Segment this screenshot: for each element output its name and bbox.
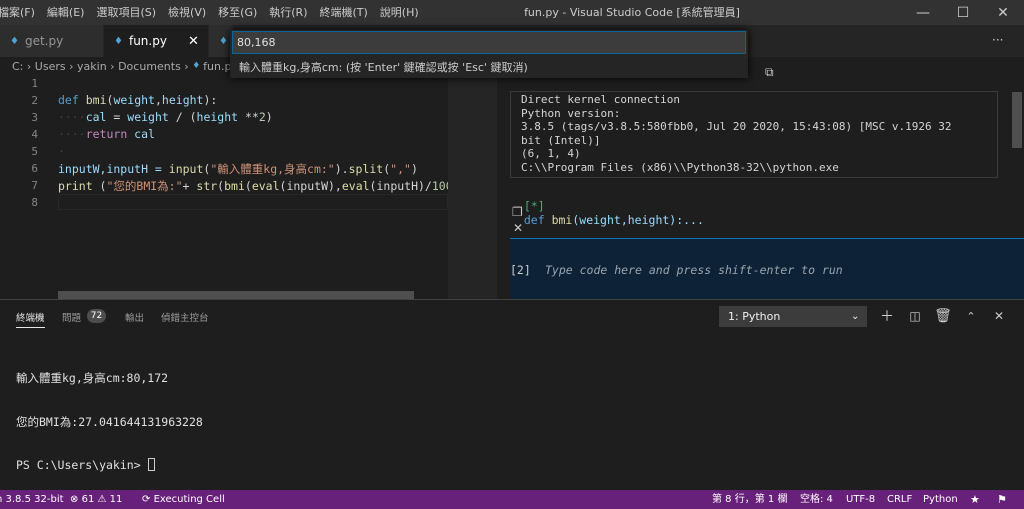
python-interpreter[interactable]: n 3.8.5 32-bit [0,490,64,509]
delete-cell-icon[interactable]: ✕ [513,221,523,235]
chevron-down-icon: ⌄ [851,311,860,322]
python-file-icon: ♦ [114,35,123,47]
line-number: 8 [31,196,38,209]
python-file-icon: ♦ [10,35,19,47]
code-input-cell[interactable]: [2] Type code here and press shift-enter… [510,238,1024,299]
chevron-right-icon: › [180,59,193,73]
tab-terminal[interactable]: 終端機 [16,310,45,328]
terminal-cursor [147,458,155,471]
python-file-icon: ♦ [192,61,204,71]
breadcrumb-documents[interactable]: Documents [118,60,181,73]
line-number: 6 [31,162,38,175]
cell-label: [*] [523,199,545,213]
close-panel-icon[interactable]: ✕ [988,305,1010,327]
close-window-icon[interactable]: ✕ [983,0,1023,25]
language-mode[interactable]: Python [923,490,958,509]
code-line: · [58,144,65,158]
quick-input-widget: 80,168 輸入體重kg,身高cm: (按 'Enter' 鍵確認或按 'Es… [230,30,748,78]
tab-problems[interactable]: 問題 [62,310,81,324]
breadcrumb-file[interactable]: fun.p [203,60,231,73]
indentation[interactable]: 空格: 4 [800,490,833,509]
problems-indicator[interactable]: ⊗ 61 ⚠ 11 [70,490,122,509]
error-icon: ⊗ [70,494,79,505]
code-line: print ("您的BMI為:"+ str(bmi(eval(inputW),e… [58,179,453,193]
chevron-up-icon[interactable]: ⌃ [960,305,982,327]
code-line: ····return cal [58,127,155,141]
breadcrumb: C: › Users › yakin › Documents › ♦ fun.p [0,57,231,75]
python-file-icon: ♦ [219,35,228,47]
sync-icon: ⟳ [142,494,151,505]
horizontal-scrollbar[interactable] [58,291,414,299]
terminal-prompt-line: PS C:\Users\yakin> [16,458,203,473]
maximize-icon[interactable]: ☐ [943,0,983,25]
terminal-line: 您的BMI為:27.041644131963228 [16,414,203,429]
cursor-position[interactable]: 第 8 行，第 1 欄 [712,490,787,509]
status-bar: n 3.8.5 32-bit ⊗ 61 ⚠ 11 ⟳ Executing Cel… [0,490,1024,509]
terminal-output[interactable]: 輸入體重kg,身高cm:80,172 您的BMI為:27.04164413196… [16,342,203,487]
executing-status[interactable]: ⟳ Executing Cell [142,490,225,509]
line-number: 3 [31,111,38,124]
tab-debug-console[interactable]: 偵錯主控台 [161,310,209,324]
tab-output[interactable]: 輸出 [125,310,144,324]
warning-icon: ⚠ [97,494,107,505]
line-number: 2 [31,94,38,107]
add-terminal-icon[interactable]: ＋ [876,305,898,327]
current-line-highlight [58,194,448,210]
minimap[interactable] [448,75,497,299]
code-line: ····cal = weight / (height **2) [58,110,273,124]
tab-get-py[interactable]: ♦ get.py [0,25,103,57]
collapse-icon[interactable]: ⧉ [765,65,774,80]
line-number: 5 [31,145,38,158]
quick-input-message: 輸入體重kg,身高cm: (按 'Enter' 鍵確認或按 'Esc' 鍵取消) [239,61,528,74]
code-line: def bmi(weight,height): [58,93,218,107]
kernel-info-output: Direct kernel connection Python version:… [510,91,998,178]
breadcrumb-users[interactable]: Users [35,60,66,73]
encoding[interactable]: UTF-8 [846,490,875,509]
input-placeholder: Type code here and press shift-enter to … [545,263,843,277]
line-number: 1 [31,77,38,90]
window-title: fun.py - Visual Studio Code [系統管理員] [524,6,740,19]
vertical-scrollbar[interactable] [1012,92,1022,148]
line-ending[interactable]: CRLF [887,490,912,509]
tab-fun-py[interactable]: ♦ fun.py ✕ [104,25,208,57]
breadcrumb-yakin[interactable]: yakin [77,60,107,73]
breadcrumb-drive[interactable]: C: [12,60,23,73]
chevron-right-icon: › [23,59,35,73]
line-number: 7 [31,179,38,192]
problems-count-badge: 72 [87,309,106,323]
title-bar: 檔案(F) 編輯(E) 選取項目(S) 檢視(V) 移至(G) 執行(R) 終端… [0,0,1024,25]
more-actions-icon[interactable]: ··· [992,33,1003,47]
chevron-right-icon: › [106,59,119,73]
executing-cell[interactable]: [*] def bmi(weight,height):... [510,185,704,227]
input-cell-label: [2] [510,263,531,277]
terminal-line: 輸入體重kg,身高cm:80,172 [16,371,169,385]
goto-code-icon[interactable]: ❐ [512,205,523,219]
line-number: 4 [31,128,38,141]
tab-label: fun.py [128,34,167,48]
minimize-icon[interactable]: — [903,0,943,25]
close-tab-icon[interactable]: ✕ [188,34,199,49]
tab-label: get.py [24,34,64,48]
quick-input-field[interactable]: 80,168 [232,31,746,54]
code-editor[interactable]: 1 2 3 4 5 6 7 8 def bmi(weight,height): … [0,75,453,299]
trash-icon[interactable]: 🗑 [932,305,954,327]
terminal-select[interactable]: 1: Python ⌄ [719,306,867,327]
bell-icon[interactable]: ⚑ [997,490,1007,509]
code-line: inputW,inputH = input("輸入體重kg,身高cm:").sp… [58,162,418,176]
chevron-right-icon: › [65,59,78,73]
split-terminal-icon[interactable]: ◫ [904,305,926,327]
feedback-icon[interactable]: ★ [970,490,980,509]
